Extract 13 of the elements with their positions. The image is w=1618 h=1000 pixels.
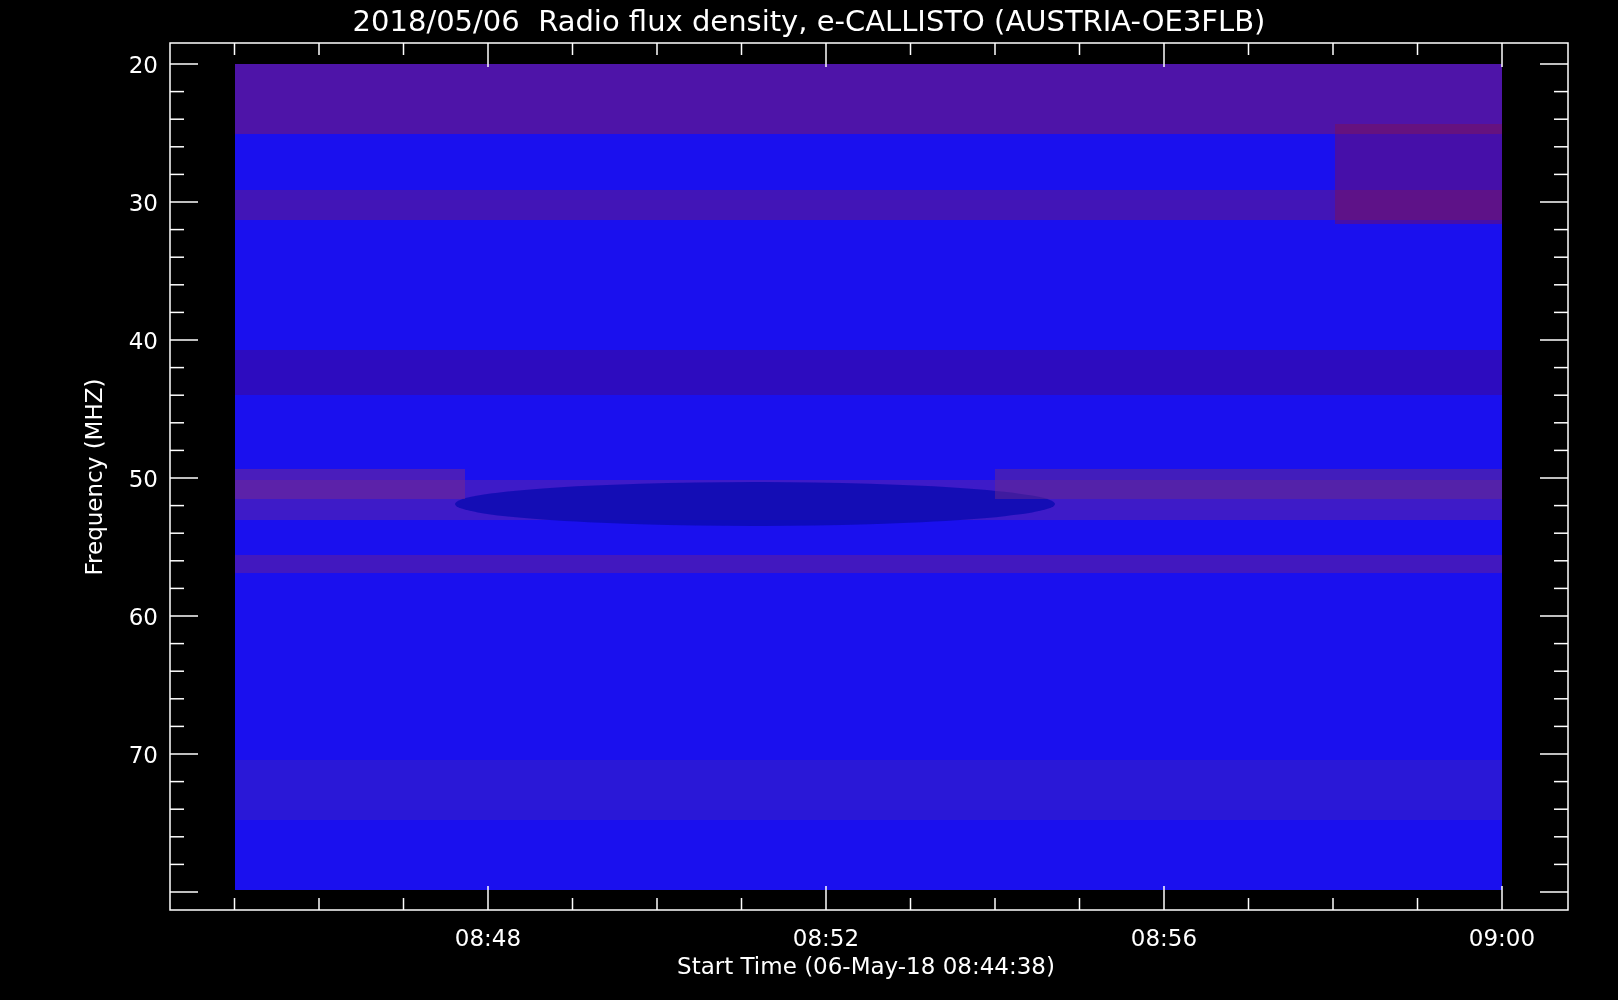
axis-tick-label: 09:00 [1468, 925, 1536, 951]
axis-tick-label: 20 [128, 52, 158, 78]
axis-tick-label: 08:48 [454, 925, 522, 951]
axis-tick-label: 30 [128, 190, 158, 216]
axis-tick-label: 50 [128, 466, 158, 492]
axis-label: Frequency (MHZ) [81, 378, 107, 576]
axis-tick-label: 08:52 [792, 925, 860, 951]
axis-tick-label: 08:56 [1130, 925, 1198, 951]
chart-title: 2018/05/06 Radio flux density, e-CALLISTO (AUSTRIA-OE3FLB) [352, 4, 1266, 38]
axis-tick-label: 60 [128, 604, 158, 630]
axis-tick-label: 40 [128, 328, 158, 354]
axis-label: Start Time (06-May-18 08:44:38) [677, 953, 1055, 979]
axis-tick-label: 70 [128, 742, 158, 768]
